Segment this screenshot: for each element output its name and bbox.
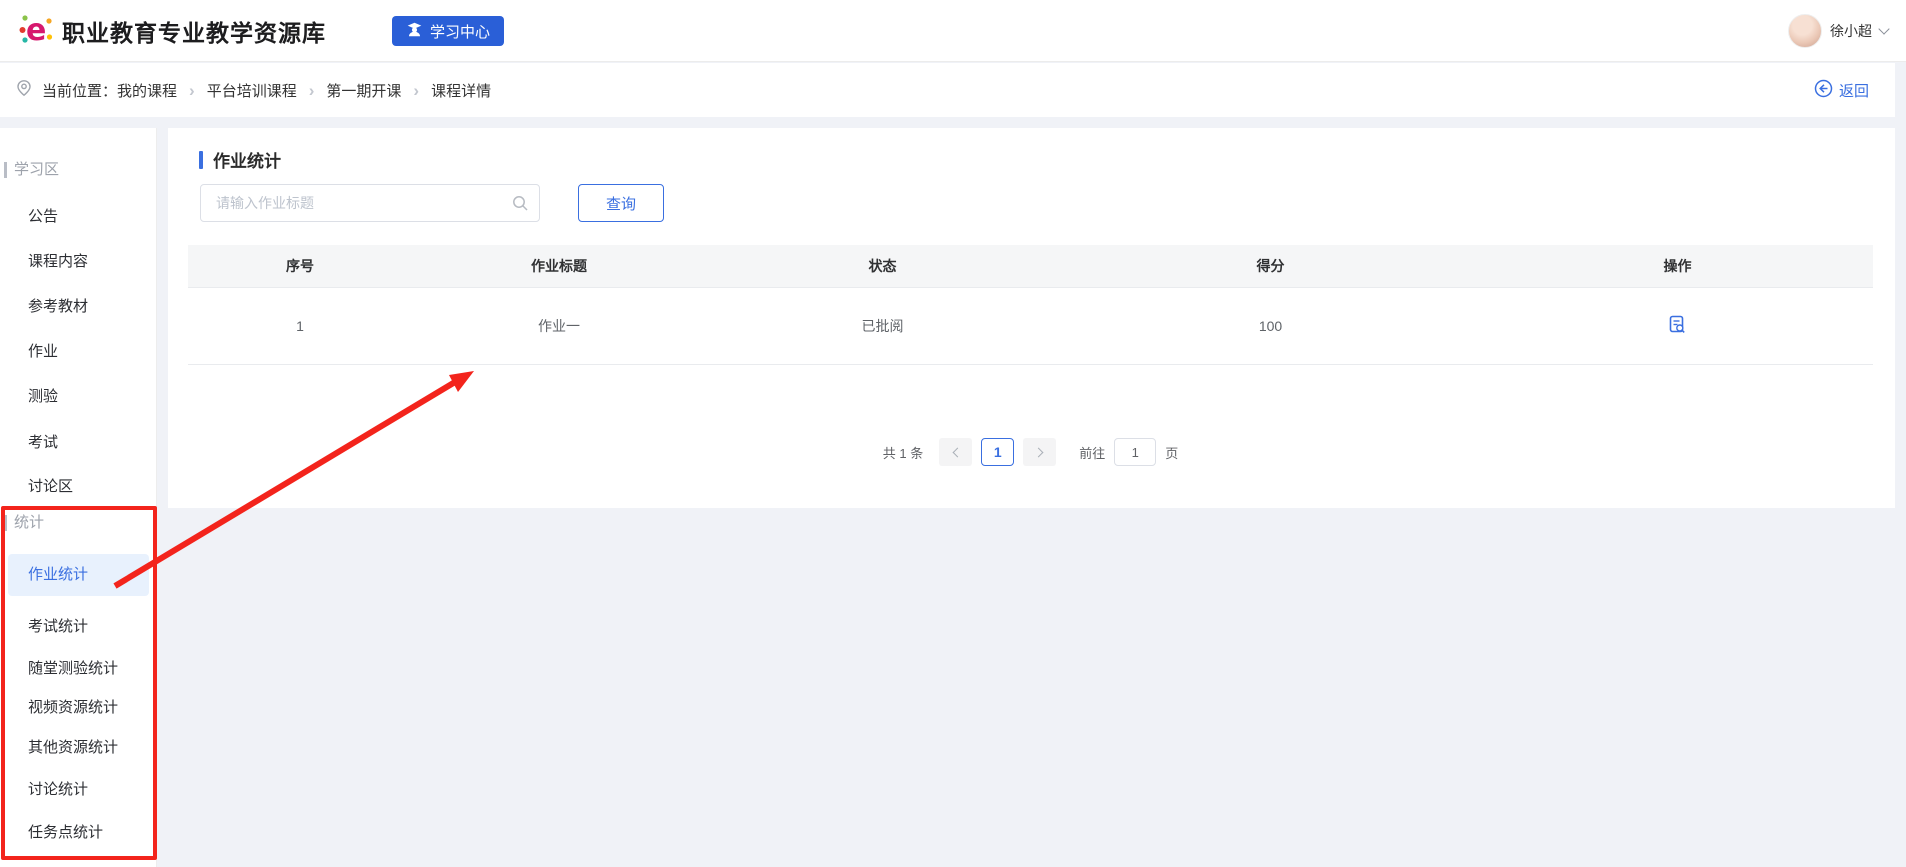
app-logo: e 职业教育专业教学资源库	[18, 0, 326, 62]
cell-title: 作业一	[412, 316, 706, 336]
avatar	[1788, 14, 1822, 48]
cell-score: 100	[1059, 318, 1482, 334]
app-title: 职业教育专业教学资源库	[62, 14, 326, 48]
circle-arrow-left-icon	[1814, 79, 1833, 102]
scholar-icon	[406, 21, 423, 42]
cell-no: 1	[188, 318, 412, 334]
cell-status: 已批阅	[706, 316, 1059, 336]
learning-center-label: 学习中心	[430, 21, 490, 42]
breadcrumb-prefix: 当前位置：	[42, 80, 117, 101]
sidebar-item-video-resource-statistics[interactable]: 视频资源统计	[28, 696, 118, 720]
title-accent-bar	[199, 151, 203, 169]
column-header-no: 序号	[188, 256, 412, 276]
sidebar-item-announcements[interactable]: 公告	[28, 205, 58, 229]
section-bar-icon	[4, 515, 7, 531]
breadcrumb-bar: 当前位置： 我的课程 › 平台培训课程 › 第一期开课 › 课程详情 返回	[0, 63, 1895, 117]
app-header: e 职业教育专业教学资源库 学习中心 徐小超	[0, 0, 1906, 62]
user-menu[interactable]: 徐小超	[1788, 12, 1888, 50]
pagination-prev-button[interactable]	[939, 438, 972, 466]
page: e 职业教育专业教学资源库 学习中心 徐小超	[0, 0, 1906, 867]
goto-page-input[interactable]	[1114, 438, 1156, 466]
pagination-total: 共 1 条	[883, 443, 923, 462]
query-button[interactable]: 查询	[578, 184, 664, 222]
svg-text:e: e	[26, 13, 46, 47]
search-input[interactable]	[200, 184, 540, 222]
column-header-action: 操作	[1482, 256, 1873, 276]
goto-unit: 页	[1165, 443, 1178, 462]
main-panel: 作业统计 查询 序号 作业标题 状态 得分 操作 1 作业一 已批阅 100	[168, 128, 1895, 508]
back-link[interactable]: 返回	[1814, 79, 1869, 102]
section-bar-icon	[4, 162, 7, 178]
breadcrumb-item-my-courses[interactable]: 我的课程	[117, 80, 177, 101]
page-title-text: 作业统计	[213, 147, 281, 172]
breadcrumb-item-first-session[interactable]: 第一期开课	[326, 80, 401, 101]
breadcrumb-item-course-detail: 课程详情	[431, 80, 491, 101]
page-title: 作业统计	[199, 147, 281, 172]
chevron-right-icon	[1033, 447, 1043, 457]
chevron-down-icon	[1878, 23, 1889, 34]
table-header-row: 序号 作业标题 状态 得分 操作	[188, 245, 1873, 288]
view-detail-button[interactable]	[1669, 315, 1686, 337]
column-header-score: 得分	[1059, 256, 1482, 276]
breadcrumb-separator-icon: ›	[413, 82, 419, 99]
logo-icon: e	[18, 11, 54, 52]
sidebar: 学习区 公告 课程内容 参考教材 作业 测验 考试 讨论区 统计 作业统计 考试…	[0, 128, 157, 867]
back-label: 返回	[1839, 80, 1869, 101]
sidebar-item-exam-statistics[interactable]: 考试统计	[28, 615, 88, 639]
sidebar-item-inclass-quiz-statistics[interactable]: 随堂测验统计	[28, 657, 118, 681]
search-icon[interactable]	[512, 195, 529, 217]
pagination: 共 1 条 1 前往 页	[188, 438, 1873, 466]
user-name: 徐小超	[1830, 21, 1872, 41]
pagination-page-1[interactable]: 1	[981, 438, 1014, 466]
sidebar-item-homework[interactable]: 作业	[28, 340, 58, 364]
column-header-title: 作业标题	[412, 256, 706, 276]
sidebar-item-reference-materials[interactable]: 参考教材	[28, 295, 88, 319]
sidebar-item-other-resource-statistics[interactable]: 其他资源统计	[28, 736, 118, 760]
sidebar-section-statistics: 统计	[4, 511, 44, 535]
goto-label: 前往	[1079, 443, 1105, 462]
breadcrumb-item-platform-training[interactable]: 平台培训课程	[207, 80, 297, 101]
learning-center-button[interactable]: 学习中心	[392, 16, 504, 46]
breadcrumb-separator-icon: ›	[189, 82, 195, 99]
document-view-icon	[1669, 315, 1686, 337]
sidebar-item-quiz[interactable]: 测验	[28, 385, 58, 409]
sidebar-item-course-content[interactable]: 课程内容	[28, 250, 88, 274]
homework-statistics-table: 序号 作业标题 状态 得分 操作 1 作业一 已批阅 100	[188, 245, 1873, 365]
sidebar-item-discussion-area[interactable]: 讨论区	[28, 475, 73, 499]
sidebar-item-task-point-statistics[interactable]: 任务点统计	[28, 821, 103, 845]
chevron-left-icon	[952, 447, 962, 457]
column-header-status: 状态	[706, 256, 1059, 276]
location-pin-icon	[15, 79, 33, 102]
sidebar-section-learning-area: 学习区	[4, 158, 59, 182]
sidebar-item-discussion-statistics[interactable]: 讨论统计	[28, 778, 88, 802]
table-row: 1 作业一 已批阅 100	[188, 288, 1873, 365]
pagination-next-button[interactable]	[1023, 438, 1056, 466]
breadcrumb-separator-icon: ›	[309, 82, 315, 99]
sidebar-item-exam[interactable]: 考试	[28, 431, 58, 455]
sidebar-item-homework-statistics[interactable]: 作业统计	[8, 554, 149, 596]
